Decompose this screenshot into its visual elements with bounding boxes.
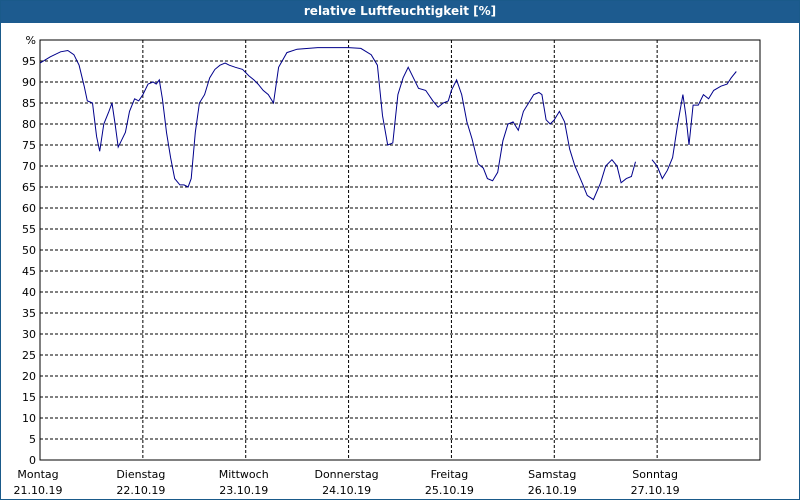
y-tick-label: 55 bbox=[22, 223, 36, 236]
date-label: 27.10.19 bbox=[631, 484, 680, 497]
y-tick-label: 95 bbox=[22, 55, 36, 68]
y-tick-label: 80 bbox=[22, 118, 36, 131]
date-label: 22.10.19 bbox=[116, 484, 165, 497]
chart-area: 0 5 10 15 20 25 30 35 40 45 50 55 60 65 70 75 80 85 90 95% M… bbox=[14, 34, 761, 497]
date-label: 24.10.19 bbox=[322, 484, 371, 497]
humidity-line bbox=[651, 71, 737, 180]
y-tick-label: 85 bbox=[22, 97, 36, 110]
y-tick-label: 25 bbox=[22, 349, 36, 362]
y-tick-label: 20 bbox=[22, 370, 36, 383]
y-tick-label: 70 bbox=[22, 160, 36, 173]
y-tick-label: 10 bbox=[22, 412, 36, 425]
y-tick-label: 35 bbox=[22, 307, 36, 320]
y-axis-label: % bbox=[26, 34, 36, 47]
y-tick-label: 60 bbox=[22, 202, 36, 215]
day-label: Samstag bbox=[528, 468, 576, 481]
y-tick-label: 15 bbox=[22, 391, 36, 404]
day-label: Donnerstag bbox=[314, 468, 378, 481]
y-tick-label: 75 bbox=[22, 139, 36, 152]
y-tick-label: 45 bbox=[22, 265, 36, 278]
y-tick-label: 65 bbox=[22, 181, 36, 194]
day-label: Dienstag bbox=[116, 468, 165, 481]
date-label: 26.10.19 bbox=[528, 484, 577, 497]
y-tick-label: 90 bbox=[22, 76, 36, 89]
y-tick-label: 30 bbox=[22, 328, 36, 341]
y-tick-label: 5 bbox=[29, 433, 36, 446]
y-tick-label: 0 bbox=[29, 454, 36, 467]
grid-layer bbox=[40, 40, 760, 460]
date-label: 25.10.19 bbox=[425, 484, 474, 497]
day-label: Sonntag bbox=[632, 468, 678, 481]
date-label: 21.10.19 bbox=[14, 484, 63, 497]
y-tick-label: 50 bbox=[22, 244, 36, 257]
day-label: Mittwoch bbox=[219, 468, 269, 481]
date-label: 23.10.19 bbox=[219, 484, 268, 497]
day-label: Montag bbox=[17, 468, 58, 481]
day-label: Freitag bbox=[431, 468, 469, 481]
y-tick-label: 40 bbox=[22, 286, 36, 299]
